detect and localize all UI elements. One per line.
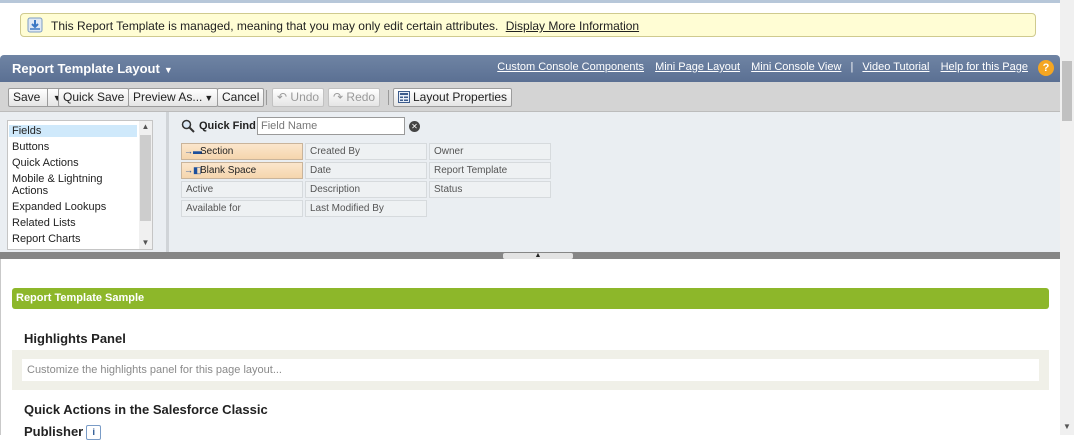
cancel-button[interactable]: Cancel (217, 88, 265, 107)
toolbar-separator (388, 90, 389, 105)
redo-button[interactable]: ↷ Redo (328, 88, 381, 107)
palette-field-available-for[interactable]: Available for (181, 200, 303, 217)
page-header: Report Template Layout ▼ Custom Console C… (0, 55, 1060, 82)
layout-properties-icon (398, 91, 410, 103)
category-report-charts[interactable]: Report Charts (9, 233, 137, 245)
quick-find-input[interactable] (257, 117, 405, 135)
layout-properties-button[interactable]: Layout Properties (393, 88, 513, 107)
scroll-down-icon[interactable]: ▼ (1060, 422, 1074, 431)
quick-find-label: Quick Find (199, 120, 256, 132)
page-title: Report Template Layout (12, 61, 160, 76)
category-quick-actions[interactable]: Quick Actions (9, 157, 137, 169)
help-icon[interactable]: ? (1038, 60, 1054, 76)
palette-field-report-template[interactable]: Report Template (429, 162, 551, 179)
chevron-down-icon: ▼ (163, 65, 173, 75)
scroll-up-icon[interactable]: ▲ (139, 122, 152, 131)
palette-field-active[interactable]: Active (181, 181, 303, 198)
custom-console-components-link[interactable]: Custom Console Components (497, 61, 644, 73)
palette-field-owner[interactable]: Owner (429, 143, 551, 160)
video-tutorial-link[interactable]: Video Tutorial (862, 61, 929, 73)
layout-toolbar: Save ▼ Quick Save Preview As...▼ Cancel … (0, 82, 1060, 112)
palette-field-status[interactable]: Status (429, 181, 551, 198)
mini-page-layout-link[interactable]: Mini Page Layout (655, 61, 740, 73)
palette-field-date[interactable]: Date (305, 162, 427, 179)
display-more-info-link[interactable]: Display More Information (506, 19, 639, 33)
quick-actions-title: Quick Actions in the Salesforce Classic (24, 402, 268, 417)
undo-icon: ↶ (277, 90, 288, 104)
header-links: Custom Console Components Mini Page Layo… (497, 61, 1028, 73)
blank-space-icon: →◧ (184, 165, 202, 175)
save-label: Save (13, 90, 41, 104)
category-buttons[interactable]: Buttons (9, 141, 137, 153)
undo-button[interactable]: ↶ Undo (272, 88, 325, 107)
info-icon[interactable]: i (86, 425, 102, 440)
page-scrollbar[interactable]: ▼ (1060, 55, 1074, 435)
section-header-bar[interactable]: Report Template Sample (12, 288, 1049, 309)
field-palette: Fields Buttons Quick Actions Mobile & Li… (0, 112, 1060, 252)
category-fields[interactable]: Fields (9, 125, 137, 137)
category-mobile-lightning-actions[interactable]: Mobile & Lightning Actions (9, 173, 137, 197)
redo-icon: ↷ (333, 90, 344, 104)
help-for-this-page-link[interactable]: Help for this Page (941, 61, 1028, 73)
scroll-down-icon[interactable]: ▼ (139, 238, 152, 247)
link-separator: | (850, 61, 854, 73)
toolbar-separator (266, 90, 267, 105)
managed-notice: This Report Template is managed, meaning… (20, 13, 1036, 37)
scrollbar-thumb[interactable] (140, 135, 151, 221)
top-strip (0, 0, 1074, 3)
palette-field-created-by[interactable]: Created By (305, 143, 427, 160)
quick-actions-publisher-label: Publisher (24, 424, 84, 439)
clear-search-icon[interactable]: ✕ (409, 121, 420, 132)
quick-save-button[interactable]: Quick Save (58, 88, 130, 107)
layout-title-menu[interactable]: Report Template Layout ▼ (12, 61, 173, 76)
chevron-down-icon: ▼ (204, 93, 214, 103)
preview-as-label: Preview As... (133, 90, 203, 104)
field-label: Section (200, 146, 234, 157)
section-icon: →▬ (184, 146, 202, 156)
palette-divider (166, 112, 169, 252)
mini-console-view-link[interactable]: Mini Console View (751, 61, 841, 73)
category-expanded-lookups[interactable]: Expanded Lookups (9, 201, 137, 213)
page-scrollbar-track (1060, 0, 1074, 55)
page-scrollbar-thumb[interactable] (1062, 61, 1072, 121)
category-scrollbar[interactable]: ▲ ▼ (139, 121, 152, 249)
palette-field-section[interactable]: →▬Section (181, 143, 303, 160)
search-icon (181, 119, 195, 133)
notice-text-wrap: This Report Template is managed, meaning… (51, 19, 639, 33)
layout-canvas: Report Template Sample Highlights Panel … (0, 259, 1060, 440)
field-label: Blank Space (200, 165, 257, 176)
category-related-lists[interactable]: Related Lists (9, 217, 137, 229)
palette-field-blank-space[interactable]: →◧Blank Space (181, 162, 303, 179)
palette-field-last-modified-by[interactable]: Last Modified By (305, 200, 427, 217)
highlights-panel: Customize the highlights panel for this … (12, 350, 1049, 390)
highlights-panel-title: Highlights Panel (24, 331, 126, 346)
preview-as-button[interactable]: Preview As... ▼ (128, 88, 219, 107)
palette-field-description[interactable]: Description (305, 181, 427, 198)
palette-category-list: Fields Buttons Quick Actions Mobile & Li… (7, 120, 153, 250)
undo-label: Undo (290, 90, 320, 104)
notice-text: This Report Template is managed, meaning… (51, 19, 499, 33)
quick-actions-title-line2: Publisher i (24, 424, 102, 440)
palette-resize-bar[interactable]: ▲ (0, 252, 1060, 259)
redo-label: Redo (346, 90, 376, 104)
layout-properties-label: Layout Properties (413, 90, 508, 104)
highlights-panel-hint[interactable]: Customize the highlights panel for this … (22, 359, 1039, 381)
download-info-icon (27, 17, 43, 33)
